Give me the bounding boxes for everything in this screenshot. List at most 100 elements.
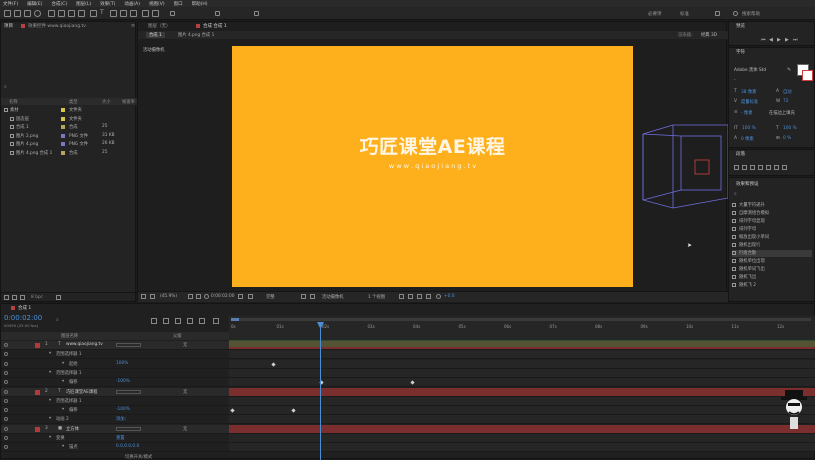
justify-right-icon[interactable] — [774, 165, 779, 170]
timeline-property-row[interactable]: ▾ 偏移 -100% — [1, 406, 229, 416]
draft-3d-icon[interactable] — [163, 318, 169, 324]
justify-all-icon[interactable] — [782, 165, 787, 170]
font-size-value[interactable]: 38 像素 — [741, 89, 756, 95]
timeline-icon[interactable] — [417, 294, 422, 299]
tab-timeline-comp[interactable]: 合成 1 — [18, 305, 31, 311]
pan-behind-tool-icon[interactable] — [68, 10, 75, 17]
play-icon[interactable]: ▶ — [777, 37, 781, 43]
column-size[interactable]: 大小 — [102, 99, 111, 105]
layer-label-color[interactable] — [35, 343, 40, 348]
font-style-select[interactable]: - — [734, 78, 736, 83]
eyedropper-icon[interactable]: ✎ — [787, 67, 791, 73]
workspace-tab-essentials[interactable]: 必要项 — [648, 11, 662, 17]
property-value[interactable]: 100% — [116, 361, 128, 366]
horizontal-scale-value[interactable]: 100 % — [783, 126, 797, 131]
column-fps[interactable]: 帧速率 — [122, 99, 135, 105]
workspace-menu-icon[interactable] — [715, 11, 720, 16]
align-right-icon[interactable] — [750, 165, 755, 170]
axis-icon[interactable] — [215, 11, 220, 16]
layer-parent[interactable]: 无 — [183, 389, 187, 395]
timeline-search-icon[interactable]: ⌕ — [56, 317, 59, 323]
view-layout-select[interactable]: 1 个视图 — [368, 294, 385, 300]
effect-preset-item[interactable]: 随机单位出现 — [732, 258, 812, 265]
eye-icon[interactable] — [4, 408, 8, 413]
preview-panel-title[interactable]: 预览 — [736, 23, 745, 29]
fast-preview-icon[interactable] — [408, 294, 413, 299]
clone-tool-icon[interactable] — [120, 10, 127, 17]
property-value[interactable]: -100% — [116, 407, 130, 412]
hand-tool-icon[interactable] — [24, 10, 31, 17]
search-icon[interactable] — [733, 11, 738, 16]
eye-icon[interactable] — [4, 343, 8, 347]
camera-tool-icon[interactable] — [58, 10, 65, 17]
label-color[interactable] — [61, 133, 65, 138]
twirl-icon[interactable]: ▾ — [49, 351, 51, 356]
composition-canvas[interactable]: 巧匠课堂AE课程 w w w . q i a o j i a n g . t v — [232, 46, 633, 287]
menu-effect[interactable]: 效果(T) — [100, 1, 115, 7]
column-name[interactable]: 名称 — [9, 99, 18, 105]
property-value[interactable]: 0.0,0.0,0.0 — [116, 444, 139, 449]
shy-layers-icon[interactable] — [175, 318, 181, 324]
resolution-select[interactable]: 完整 — [266, 294, 275, 300]
effect-preset-item[interactable]: 随机飞出 — [732, 274, 812, 281]
tsume-value[interactable]: 0 % — [783, 136, 791, 141]
search-icon[interactable]: ⌕ — [4, 84, 7, 90]
effect-preset-item[interactable]: 排列字母显现 — [732, 218, 812, 225]
breadcrumb-image-comp[interactable]: 图片 4.png 合成 1 — [178, 32, 214, 38]
current-time-display[interactable]: 0:00:02:00 — [211, 294, 234, 299]
layer-parent[interactable]: 无 — [183, 426, 187, 432]
transparency-grid-icon[interactable] — [310, 294, 315, 299]
exposure-value[interactable]: +0.0 — [444, 294, 454, 299]
type-tool-icon[interactable]: T — [100, 9, 107, 16]
effect-preset-item[interactable]: 随机出现行 — [732, 242, 812, 249]
menu-window[interactable]: 窗口 — [174, 1, 183, 7]
menu-composition[interactable]: 合成(C) — [51, 1, 67, 7]
align-left-icon[interactable] — [734, 165, 739, 170]
new-folder-icon[interactable] — [12, 295, 17, 300]
home-icon[interactable] — [4, 10, 11, 17]
eye-icon[interactable] — [4, 417, 8, 422]
toggle-pixel-aspect-icon[interactable] — [399, 294, 404, 299]
layer-label-color[interactable] — [35, 389, 40, 395]
twirl-icon[interactable]: ▾ — [49, 416, 51, 421]
timeline-property-row[interactable]: ▾ 变换 重置 — [1, 434, 229, 443]
menu-file[interactable]: 文件(F) — [3, 1, 18, 7]
last-frame-icon[interactable]: ⏭ — [793, 37, 798, 43]
renderer-value[interactable]: 经典 3D — [701, 32, 717, 38]
menu-view[interactable]: 视图(V) — [149, 1, 165, 7]
menu-animation[interactable]: 动画(A) — [124, 1, 140, 7]
paragraph-panel-title[interactable]: 段落 — [736, 151, 745, 157]
breadcrumb-comp-1[interactable]: 合成 1 — [146, 32, 165, 38]
menu-help[interactable]: 帮助(H) — [192, 1, 208, 7]
interpret-footage-icon[interactable] — [4, 295, 9, 300]
timeline-property-row[interactable]: ▾ 锚点 0.0,0.0,0.0 — [1, 443, 229, 453]
layer-duration-bar[interactable] — [229, 387, 815, 397]
3d-glasses-icon[interactable] — [150, 294, 155, 299]
prev-frame-icon[interactable]: ◀ — [769, 37, 773, 43]
next-frame-icon[interactable]: ▶ — [785, 37, 789, 43]
timeline-property-row[interactable]: ▾ 起始 100% — [1, 360, 229, 369]
twirl-icon[interactable]: ▾ — [62, 361, 64, 366]
eraser-tool-icon[interactable] — [130, 10, 137, 17]
graph-editor-icon[interactable] — [213, 318, 219, 324]
layer-label-color[interactable] — [35, 426, 40, 432]
toggle-switches-modes[interactable]: 切换开关/模式 — [125, 454, 152, 460]
layer-switches[interactable] — [116, 389, 141, 394]
panel-menu-icon[interactable]: ≡ — [131, 23, 135, 29]
align-center-icon[interactable] — [742, 165, 747, 170]
eye-icon[interactable] — [4, 398, 8, 403]
layer-name[interactable]: 立方体 — [66, 426, 79, 432]
camera-select[interactable]: 活动摄像机 — [322, 294, 343, 300]
zoom-tool-icon[interactable] — [34, 10, 41, 17]
channel-icon[interactable] — [248, 294, 253, 299]
property-track[interactable] — [229, 350, 815, 360]
twirl-icon[interactable]: ▾ — [49, 398, 51, 403]
timeline-property-row[interactable]: ▾ 范围选择器 1 — [1, 369, 229, 378]
flowchart-icon[interactable] — [426, 294, 431, 299]
column-parent[interactable]: 父级 — [173, 333, 182, 339]
search-icon[interactable]: ⌕ — [734, 191, 737, 197]
property-value[interactable]: -100% — [116, 379, 130, 384]
eye-icon[interactable] — [4, 389, 8, 394]
time-ruler[interactable] — [229, 316, 815, 340]
project-item[interactable]: 图片 2.png PNG 文件 31 KB — [1, 132, 135, 140]
